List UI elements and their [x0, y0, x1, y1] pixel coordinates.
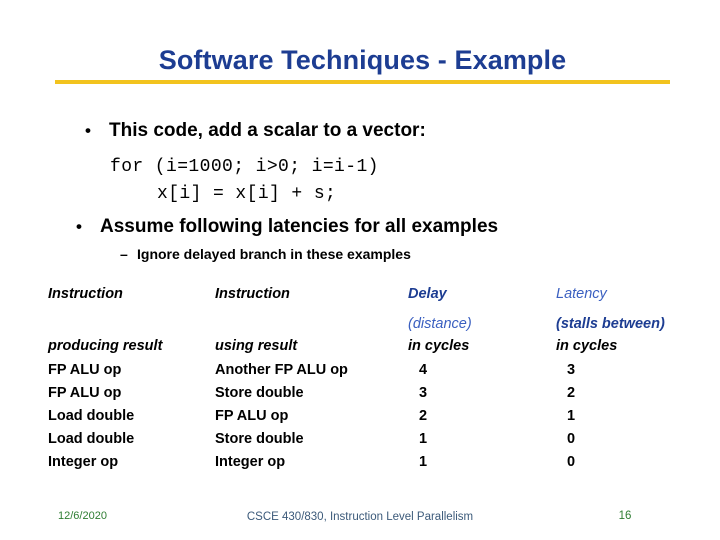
table-header-col3-line3: in cycles	[408, 338, 470, 354]
table-header-col4-line1: Latency	[556, 286, 607, 302]
table-header-col1-line3: producing result	[48, 338, 163, 354]
bullet-dot-icon: •	[85, 121, 91, 140]
table-row: 0	[566, 454, 576, 470]
table-header-col2-line1: Instruction	[215, 286, 290, 302]
table-row: 0	[566, 431, 576, 447]
table-row: FP ALU op	[215, 408, 289, 424]
table-row: 1	[566, 408, 576, 424]
table-row: Load double	[48, 408, 135, 424]
table-header-col4-line2: (stalls between)	[556, 316, 665, 332]
table-row: 3	[566, 362, 576, 378]
table-header-col3-line2: (distance)	[408, 316, 472, 332]
latency-table: Instruction Instruction Delay Latency (d…	[0, 283, 720, 483]
table-row: Store double	[215, 385, 304, 401]
table-header-col1-line1: Instruction	[48, 286, 123, 302]
sub-bullet-item-1: – Ignore delayed branch in these example…	[120, 246, 411, 262]
table-row: 2	[418, 408, 428, 424]
bullet-item-1-label: This code, add a scalar to a vector:	[109, 120, 426, 141]
table-header-col4-line3: in cycles	[556, 338, 618, 354]
table-row: 3	[418, 385, 428, 401]
footer-page-number: 16	[618, 510, 632, 522]
sub-bullet-item-1-label: Ignore delayed branch in these examples	[137, 246, 411, 262]
table-row: Integer op	[48, 454, 119, 470]
bullet-dot-icon: •	[76, 217, 82, 236]
table-row: Load double	[48, 431, 135, 447]
bullet-item-1: • This code, add a scalar to a vector:	[85, 120, 426, 142]
table-row: 1	[418, 431, 428, 447]
slide: Software Techniques - Example • This cod…	[0, 0, 720, 540]
table-row: FP ALU op	[48, 385, 122, 401]
table-header-col3-line1: Delay	[408, 286, 447, 302]
title-underline-rule	[55, 80, 670, 84]
table-row: Integer op	[215, 454, 286, 470]
bullet-item-2-label: Assume following latencies for all examp…	[100, 216, 499, 237]
table-row: FP ALU op	[48, 362, 122, 378]
code-line-1: for (i=1000; i>0; i=i-1)	[110, 157, 379, 177]
dash-icon: –	[120, 246, 128, 262]
table-row: Another FP ALU op	[215, 362, 348, 378]
table-header-col2-line3: using result	[215, 338, 298, 354]
table-row: Store double	[215, 431, 304, 447]
page-title: Software Techniques - Example	[158, 45, 567, 75]
code-line-2: x[i] = x[i] + s;	[157, 184, 337, 204]
table-row: 1	[418, 454, 428, 470]
table-row: 2	[566, 385, 576, 401]
table-row: 4	[418, 362, 428, 378]
bullet-item-2: • Assume following latencies for all exa…	[76, 216, 498, 238]
